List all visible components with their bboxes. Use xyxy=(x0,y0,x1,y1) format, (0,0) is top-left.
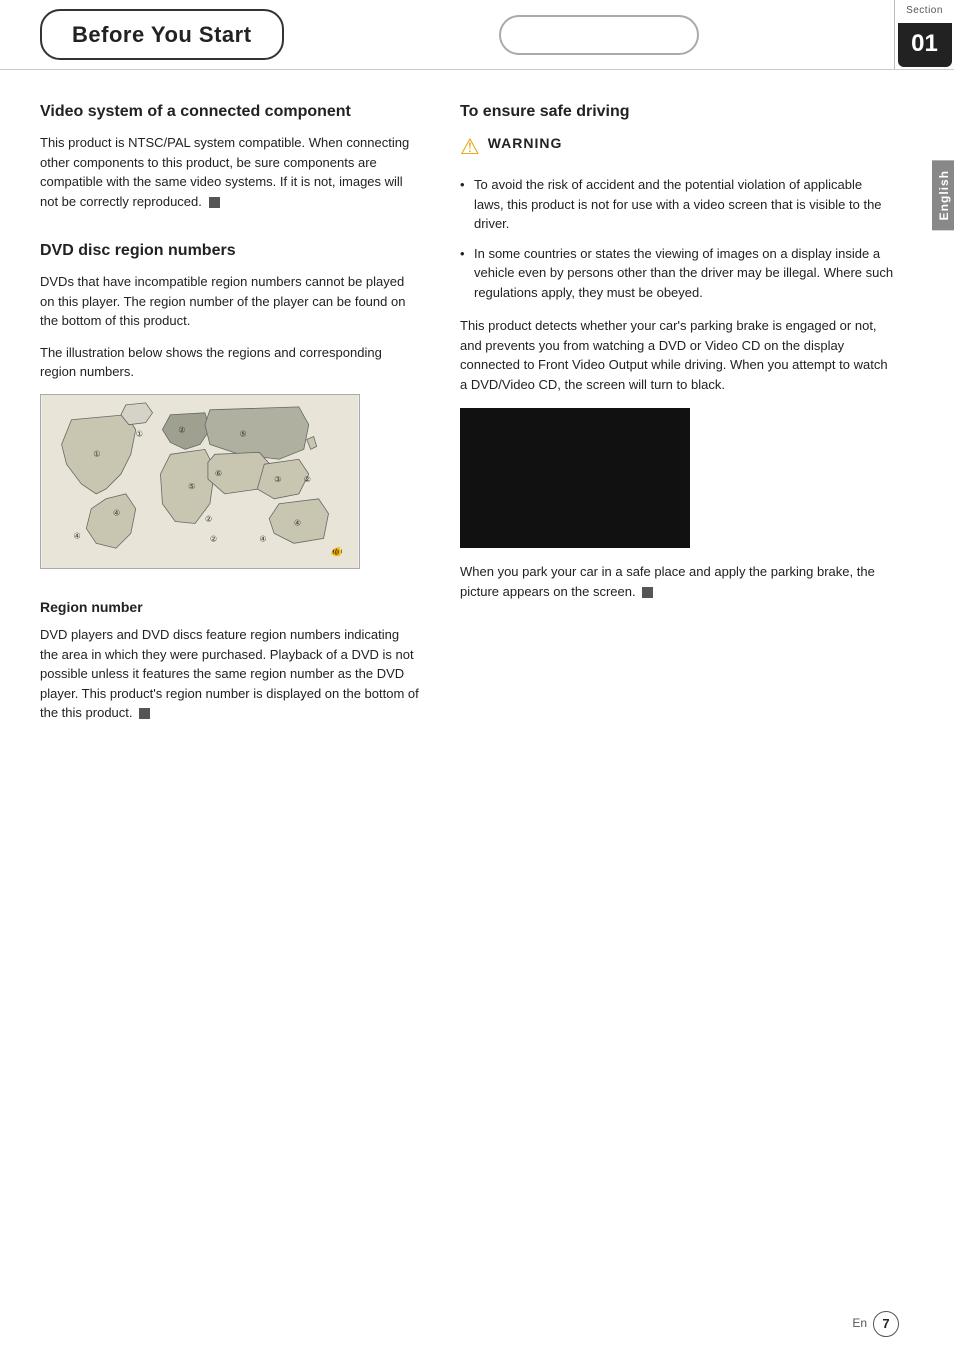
page: Before You Start Section 01 English Vide… xyxy=(0,0,954,1355)
page-title: Before You Start xyxy=(40,9,284,61)
dvd-title: DVD disc region numbers xyxy=(40,239,420,262)
region-number-section: Region number DVD players and DVD discs … xyxy=(40,597,420,723)
section-number: 01 xyxy=(898,23,952,67)
header-left: Before You Start xyxy=(0,0,304,69)
safe-driving-section: To ensure safe driving ⚠ WARNING To avoi… xyxy=(460,100,894,601)
warning-title: WARNING xyxy=(488,133,563,153)
page-footer: En 7 xyxy=(852,1311,899,1337)
video-system-body: This product is NTSC/PAL system compatib… xyxy=(40,133,420,211)
dvd-body: DVDs that have incompatible region numbe… xyxy=(40,272,420,331)
svg-text:⑤: ⑤ xyxy=(188,482,195,491)
svg-text:②: ② xyxy=(210,534,217,543)
warning-item-2: In some countries or states the viewing … xyxy=(460,244,894,303)
language-tab: English xyxy=(932,160,954,230)
svg-text:④: ④ xyxy=(73,531,80,540)
left-column: Video system of a connected component Th… xyxy=(0,100,440,751)
svg-text:③: ③ xyxy=(274,475,281,484)
svg-text:④: ④ xyxy=(259,534,266,543)
header-center xyxy=(304,0,894,69)
svg-text:④: ④ xyxy=(294,518,301,527)
dvd-section: DVD disc region numbers DVDs that have i… xyxy=(40,239,420,569)
end-mark-safe xyxy=(642,587,653,598)
svg-text:④: ④ xyxy=(113,508,120,517)
region-number-title: Region number xyxy=(40,597,420,617)
svg-text:②: ② xyxy=(178,425,185,434)
end-mark-video xyxy=(209,197,220,208)
language-code: En xyxy=(852,1315,867,1332)
warning-list: To avoid the risk of accident and the po… xyxy=(460,175,894,302)
page-number: 7 xyxy=(873,1311,899,1337)
svg-text:②: ② xyxy=(205,514,212,523)
dvd-body2: The illustration below shows the regions… xyxy=(40,343,420,382)
section-label: Section xyxy=(906,4,943,19)
video-system-title: Video system of a connected component xyxy=(40,100,420,123)
warning-icon: ⚠ xyxy=(460,131,480,163)
safe-driving-body: This product detects whether your car's … xyxy=(460,316,894,394)
safe-driving-title: To ensure safe driving xyxy=(460,100,894,123)
svg-text:②: ② xyxy=(304,475,311,484)
svg-text:🐠: 🐠 xyxy=(330,546,342,558)
video-system-section: Video system of a connected component Th… xyxy=(40,100,420,211)
svg-text:①: ① xyxy=(136,429,143,438)
svg-text:⑥: ⑥ xyxy=(215,469,222,478)
header-center-box xyxy=(499,15,699,55)
end-mark-region xyxy=(139,708,150,719)
world-map: ① ① ④ ② ⑤ ⑤ ⑥ ③ ② ④ ② ④ ② ④ xyxy=(40,394,360,569)
region-number-body: DVD players and DVD discs feature region… xyxy=(40,625,420,723)
black-screen-image xyxy=(460,408,690,548)
warning-box: ⚠ WARNING xyxy=(460,133,894,163)
warning-item-1: To avoid the risk of accident and the po… xyxy=(460,175,894,234)
svg-text:①: ① xyxy=(93,449,100,458)
main-content: Video system of a connected component Th… xyxy=(0,70,954,781)
right-column: To ensure safe driving ⚠ WARNING To avoi… xyxy=(440,100,954,751)
safe-driving-body2: When you park your car in a safe place a… xyxy=(460,562,894,601)
page-header: Before You Start Section 01 xyxy=(0,0,954,70)
header-right: Section 01 xyxy=(894,0,954,69)
svg-text:⑤: ⑤ xyxy=(240,429,247,438)
